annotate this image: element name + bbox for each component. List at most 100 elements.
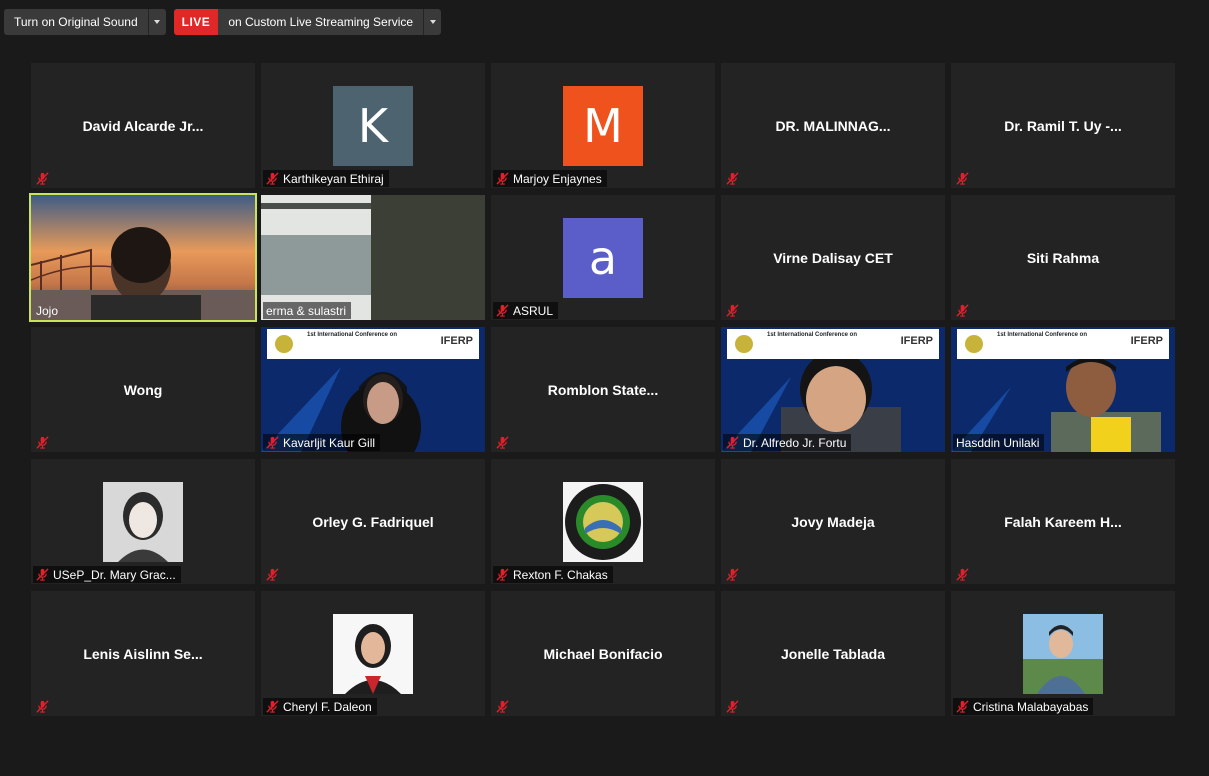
- participant-tile[interactable]: Siti Rahma: [951, 195, 1175, 320]
- participant-name: Dr. Alfredo Jr. Fortu: [743, 435, 847, 450]
- participant-tile[interactable]: USeP_Dr. Mary Grac...: [31, 459, 255, 584]
- iferp-logo: IFERP: [1130, 335, 1163, 347]
- mic-muted-icon: [956, 700, 969, 713]
- mic-muted-icon: [266, 172, 279, 185]
- original-sound-button[interactable]: Turn on Original Sound: [4, 9, 166, 35]
- participant-name: Jonelle Tablada: [781, 645, 885, 662]
- participant-name: Cristina Malabayabas: [973, 699, 1089, 714]
- avatar: M: [563, 86, 643, 166]
- mic-muted-icon: [956, 568, 969, 581]
- profile-photo: [103, 482, 183, 562]
- banner-title: 1st International Conference on: [307, 332, 398, 338]
- participant-name: DR. MALINNAG...: [775, 117, 891, 134]
- participant-tile[interactable]: Orley G. Fadriquel: [261, 459, 485, 584]
- banner-title: 1st International Conference on: [997, 332, 1088, 338]
- live-stream-label: on Custom Live Streaming Service: [218, 9, 424, 35]
- participant-label: [953, 302, 974, 319]
- participant-tile[interactable]: 1st International Conference on IFERP Ha…: [951, 327, 1175, 452]
- participant-label: erma & sulastri: [263, 302, 352, 319]
- participant-name: Wong: [123, 381, 163, 398]
- participant-tile[interactable]: David Alcarde Jr...: [31, 63, 255, 188]
- chevron-down-icon: [429, 20, 436, 24]
- participant-tile[interactable]: K Karthikeyan Ethiraj: [261, 63, 485, 188]
- participant-tile[interactable]: Michael Bonifacio: [491, 591, 715, 716]
- participant-label: [33, 698, 54, 715]
- participant-label: [953, 566, 974, 583]
- participant-name: Falah Kareem H...: [1004, 513, 1122, 530]
- participant-tile[interactable]: Jonelle Tablada: [721, 591, 945, 716]
- college-seal-logo: [563, 482, 643, 562]
- participant-tile[interactable]: Rexton F. Chakas: [491, 459, 715, 584]
- avatar: K: [333, 86, 413, 166]
- participant-name: Kavarljit Kaur Gill: [283, 435, 376, 450]
- gallery-grid: David Alcarde Jr... K Karthikeyan Ethira…: [29, 63, 1177, 718]
- participant-name: David Alcarde Jr...: [82, 117, 204, 134]
- participant-name: Lenis Aislinn Se...: [83, 645, 203, 662]
- participant-label: [33, 434, 54, 451]
- participant-label: [33, 170, 54, 187]
- participant-tile[interactable]: Virne Dalisay CET: [721, 195, 945, 320]
- participant-label: [493, 698, 514, 715]
- iferp-logo: IFERP: [440, 335, 473, 347]
- iferp-logo: IFERP: [900, 335, 933, 347]
- participant-tile[interactable]: Falah Kareem H...: [951, 459, 1175, 584]
- original-sound-dropdown[interactable]: [147, 9, 166, 35]
- chevron-down-icon: [154, 20, 161, 24]
- mic-muted-icon: [36, 700, 49, 713]
- mic-muted-icon: [36, 568, 49, 581]
- live-stream-dropdown[interactable]: [423, 9, 441, 35]
- participant-tile[interactable]: erma & sulastri: [261, 195, 485, 320]
- live-stream-button[interactable]: LIVE on Custom Live Streaming Service: [173, 9, 442, 35]
- mic-muted-icon: [726, 568, 739, 581]
- participant-tile[interactable]: Jovy Madeja: [721, 459, 945, 584]
- participant-name: Orley G. Fadriquel: [312, 513, 434, 530]
- profile-photo: [1023, 614, 1103, 694]
- mic-muted-icon: [496, 568, 509, 581]
- participant-name: ASRUL: [513, 303, 554, 318]
- participant-tile[interactable]: Romblon State...: [491, 327, 715, 452]
- participant-tile[interactable]: 1st International Conference on IFERP Dr…: [721, 327, 945, 452]
- participant-tile[interactable]: DR. MALINNAG...: [721, 63, 945, 188]
- university-seal-icon: [965, 335, 983, 353]
- mic-muted-icon: [726, 172, 739, 185]
- mic-muted-icon: [496, 172, 509, 185]
- participant-label: Dr. Alfredo Jr. Fortu: [723, 434, 852, 451]
- participant-tile[interactable]: Cheryl F. Daleon: [261, 591, 485, 716]
- mic-muted-icon: [36, 436, 49, 449]
- participant-name: Marjoy Enjaynes: [513, 171, 602, 186]
- banner-title: 1st International Conference on: [767, 332, 858, 338]
- participant-label: Marjoy Enjaynes: [493, 170, 607, 187]
- participant-label: Karthikeyan Ethiraj: [263, 170, 389, 187]
- mic-muted-icon: [726, 436, 739, 449]
- mic-muted-icon: [496, 436, 509, 449]
- participant-label: [493, 434, 514, 451]
- participant-tile-active-speaker[interactable]: Jojo: [29, 193, 257, 322]
- participant-name: Jojo: [36, 303, 59, 318]
- participant-name: Romblon State...: [547, 381, 659, 398]
- participant-name: USeP_Dr. Mary Grac...: [53, 567, 176, 582]
- participant-name: Hasddin Unilaki: [956, 435, 1040, 450]
- participant-tile[interactable]: a ASRUL: [491, 195, 715, 320]
- participant-name: Siti Rahma: [1026, 249, 1100, 266]
- mic-muted-icon: [266, 700, 279, 713]
- university-seal-icon: [275, 335, 293, 353]
- university-seal-icon: [735, 335, 753, 353]
- participant-name: Jovy Madeja: [791, 513, 875, 530]
- conference-banner: 1st International Conference on IFERP: [957, 329, 1169, 359]
- participant-tile[interactable]: M Marjoy Enjaynes: [491, 63, 715, 188]
- participant-name: Dr. Ramil T. Uy -...: [1004, 117, 1122, 134]
- participant-name: Cheryl F. Daleon: [283, 699, 372, 714]
- participant-tile[interactable]: 1st International Conference on IFERP Ka…: [261, 327, 485, 452]
- mic-muted-icon: [496, 700, 509, 713]
- participant-tile[interactable]: Lenis Aislinn Se...: [31, 591, 255, 716]
- participant-label: Jojo: [33, 302, 63, 319]
- participant-label: Rexton F. Chakas: [493, 566, 613, 583]
- participant-label: Hasddin Unilaki: [953, 434, 1045, 451]
- participant-tile[interactable]: Wong: [31, 327, 255, 452]
- avatar: a: [563, 218, 643, 298]
- profile-photo: [333, 614, 413, 694]
- meeting-toolbar: Turn on Original Sound LIVE on Custom Li…: [4, 9, 442, 35]
- participant-label: [953, 170, 974, 187]
- participant-tile[interactable]: Cristina Malabayabas: [951, 591, 1175, 716]
- participant-tile[interactable]: Dr. Ramil T. Uy -...: [951, 63, 1175, 188]
